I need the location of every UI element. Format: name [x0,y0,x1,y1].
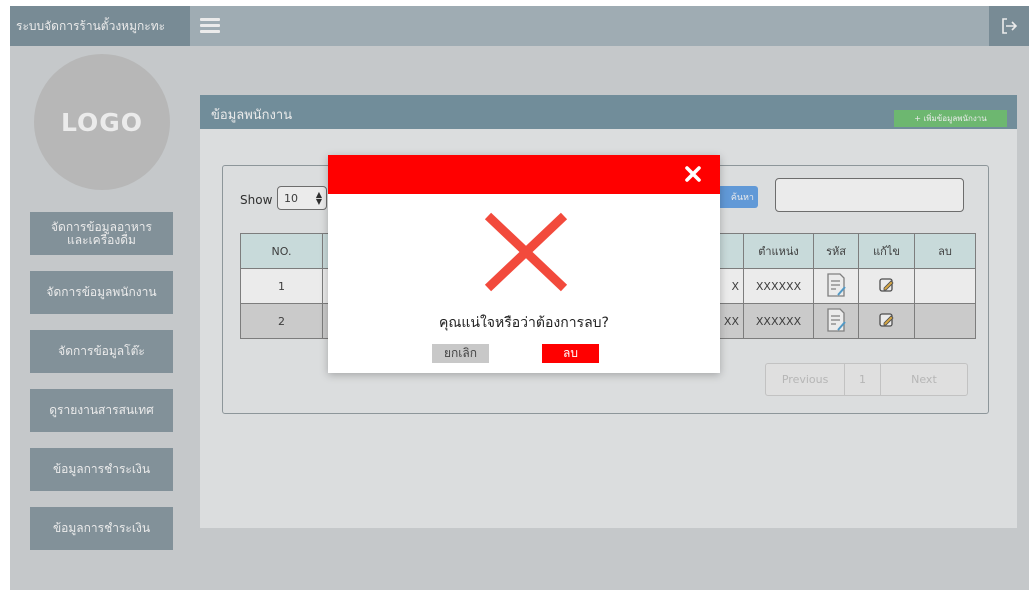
dialog-header [328,155,720,194]
confirm-delete-dialog: คุณแน่ใจหรือว่าต้องการลบ? ยกเลิก ลบ [328,155,720,373]
confirm-question: คุณแน่ใจหรือว่าต้องการลบ? [439,315,609,331]
cancel-button[interactable]: ยกเลิก [432,344,489,363]
close-icon[interactable] [682,163,704,185]
confirm-delete-button[interactable]: ลบ [542,344,599,363]
app-window: ระบบจัดการร้านตั้วงหมูกะทะ LOGO จัดการข้… [10,6,1029,590]
error-x-icon [484,212,568,292]
